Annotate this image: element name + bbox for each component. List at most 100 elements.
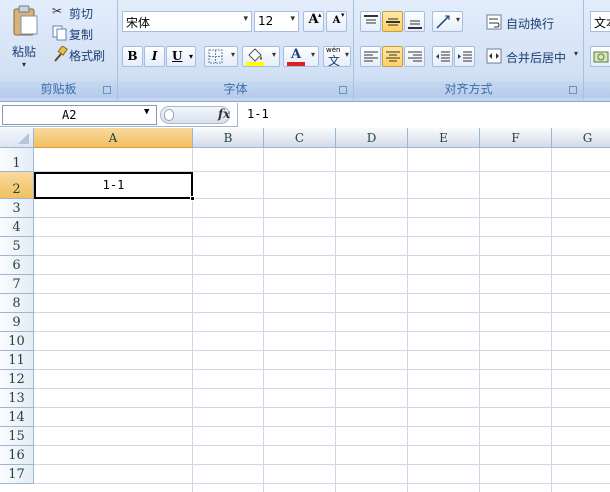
alignment-dialog-launcher-icon[interactable] (569, 86, 577, 94)
row-header-9[interactable]: 9 (0, 313, 34, 332)
column-header-a[interactable]: A (34, 128, 193, 148)
row-header-10[interactable]: 10 (0, 332, 34, 351)
underline-button[interactable]: U ▾ (166, 46, 196, 67)
cut-label: 剪切 (69, 7, 94, 21)
fill-color-button[interactable]: ▾ (242, 46, 280, 67)
align-center-icon (386, 51, 400, 62)
row-header-8[interactable]: 8 (0, 294, 34, 313)
column-header-e[interactable]: E (408, 128, 480, 148)
text-orientation-icon (436, 15, 450, 29)
circle-handle-icon (164, 109, 174, 121)
row-gridline (34, 255, 610, 256)
align-middle-icon (386, 18, 400, 26)
orientation-button[interactable]: ▾ (432, 11, 463, 32)
insert-function-icon[interactable]: fx (218, 107, 230, 121)
row-header-13[interactable]: 13 (0, 389, 34, 408)
font-size-select[interactable]: 12 ▾ (254, 11, 299, 32)
row-header-3[interactable]: 3 (0, 199, 34, 218)
align-top-button[interactable] (360, 11, 381, 32)
fill-color-swatch (246, 62, 264, 66)
increase-indent-button[interactable] (454, 46, 475, 67)
row-header-6[interactable]: 6 (0, 256, 34, 275)
row-gridline (34, 217, 610, 218)
clipboard-icon (13, 5, 38, 36)
currency-button[interactable] (590, 46, 610, 67)
formula-input[interactable]: 1-1 (237, 103, 610, 127)
merge-center-icon (486, 48, 502, 64)
align-bottom-button[interactable] (404, 11, 425, 32)
paintbrush-icon (54, 46, 68, 62)
wrap-text-button[interactable]: 自动换行 (484, 12, 574, 32)
currency-icon (593, 51, 609, 63)
worksheet-grid[interactable]: ABCDEFG 1 2 3 4 5 6 7 8 9 10 11 12 13 14 15 16 17 1-1 (0, 128, 610, 492)
number-format-select[interactable]: 文本 (590, 11, 610, 32)
cell-a2[interactable]: 1-1 (34, 172, 195, 201)
row-header-12[interactable]: 12 (0, 370, 34, 389)
shrink-font-button[interactable]: A ▾ (326, 11, 347, 32)
name-box-value: A2 (62, 108, 77, 122)
bold-button[interactable]: B (122, 46, 143, 67)
select-all-corner[interactable] (0, 128, 34, 148)
align-center-button[interactable] (382, 46, 403, 67)
column-gridline (551, 148, 552, 492)
shrink-font-icon: A (332, 15, 341, 26)
row-header-1[interactable]: 1 (0, 148, 34, 172)
font-name-select[interactable]: 宋体 ▾ (122, 11, 252, 32)
row-gridline (34, 445, 610, 446)
row-header-2[interactable]: 2 (0, 172, 34, 199)
row-header-14[interactable]: 14 (0, 408, 34, 427)
font-color-icon: A (291, 47, 302, 62)
merge-dropdown-icon[interactable]: ▾ (574, 49, 578, 58)
name-box[interactable]: A2 ▼ (2, 105, 157, 125)
align-left-button[interactable] (360, 46, 381, 67)
font-size-dropdown-icon[interactable]: ▾ (290, 14, 295, 24)
grow-font-button[interactable]: A ▴ (303, 11, 324, 32)
clipboard-dialog-launcher-icon[interactable] (103, 86, 111, 94)
align-right-button[interactable] (404, 46, 425, 67)
column-header-f[interactable]: F (480, 128, 552, 148)
number-group: 文本 (584, 0, 610, 100)
row-header-11[interactable]: 11 (0, 351, 34, 370)
formula-bar: A2 ▼ fx 1-1 (0, 103, 610, 127)
decrease-indent-button[interactable] (432, 46, 453, 67)
font-color-swatch (287, 62, 305, 66)
font-name-value: 宋体 (126, 16, 151, 30)
fill-handle[interactable] (190, 196, 195, 201)
cut-button[interactable]: ✂ 剪切 (50, 4, 114, 21)
clipboard-group: 粘贴 ▾ ✂ 剪切 复制 格式刷 剪贴板 (0, 0, 118, 100)
row-header-5[interactable]: 5 (0, 237, 34, 256)
font-name-dropdown-icon[interactable]: ▾ (243, 14, 248, 24)
merge-center-button[interactable]: 合并后居中 ▾ (484, 46, 580, 67)
column-header-c[interactable]: C (264, 128, 336, 148)
row-header-16[interactable]: 16 (0, 446, 34, 465)
column-gridline (407, 148, 408, 492)
font-color-button[interactable]: A ▾ (283, 46, 319, 67)
row-gridline (34, 312, 610, 313)
copy-button[interactable]: 复制 (50, 25, 114, 42)
paste-button[interactable]: 粘贴 ▾ (4, 2, 44, 76)
column-header-b[interactable]: B (193, 128, 264, 148)
row-gridline (34, 369, 610, 370)
number-format-value: 文本 (594, 16, 610, 30)
align-middle-button[interactable] (382, 11, 403, 32)
row-header-17[interactable]: 17 (0, 465, 34, 484)
underline-icon: U (172, 49, 183, 63)
borders-icon (208, 49, 223, 64)
column-header-d[interactable]: D (336, 128, 408, 148)
wrap-text-label: 自动换行 (506, 17, 555, 31)
italic-button[interactable]: I (144, 46, 165, 67)
format-painter-button[interactable]: 格式刷 (50, 46, 114, 63)
paste-dropdown-arrow-icon[interactable]: ▾ (4, 60, 44, 69)
row-header-4[interactable]: 4 (0, 218, 34, 237)
name-box-dropdown-icon[interactable]: ▼ (144, 107, 149, 117)
font-dialog-launcher-icon[interactable] (339, 86, 347, 94)
column-header-g[interactable]: G (552, 128, 610, 148)
row-gridline (34, 388, 610, 389)
row-header-15[interactable]: 15 (0, 427, 34, 446)
clipboard-group-label: 剪贴板 (0, 81, 117, 98)
borders-button[interactable]: ▾ (204, 46, 238, 67)
wrap-text-icon (486, 14, 502, 30)
phonetic-guide-button[interactable]: wén 文 ▾ (323, 46, 351, 68)
align-right-icon (408, 51, 422, 62)
row-header-7[interactable]: 7 (0, 275, 34, 294)
